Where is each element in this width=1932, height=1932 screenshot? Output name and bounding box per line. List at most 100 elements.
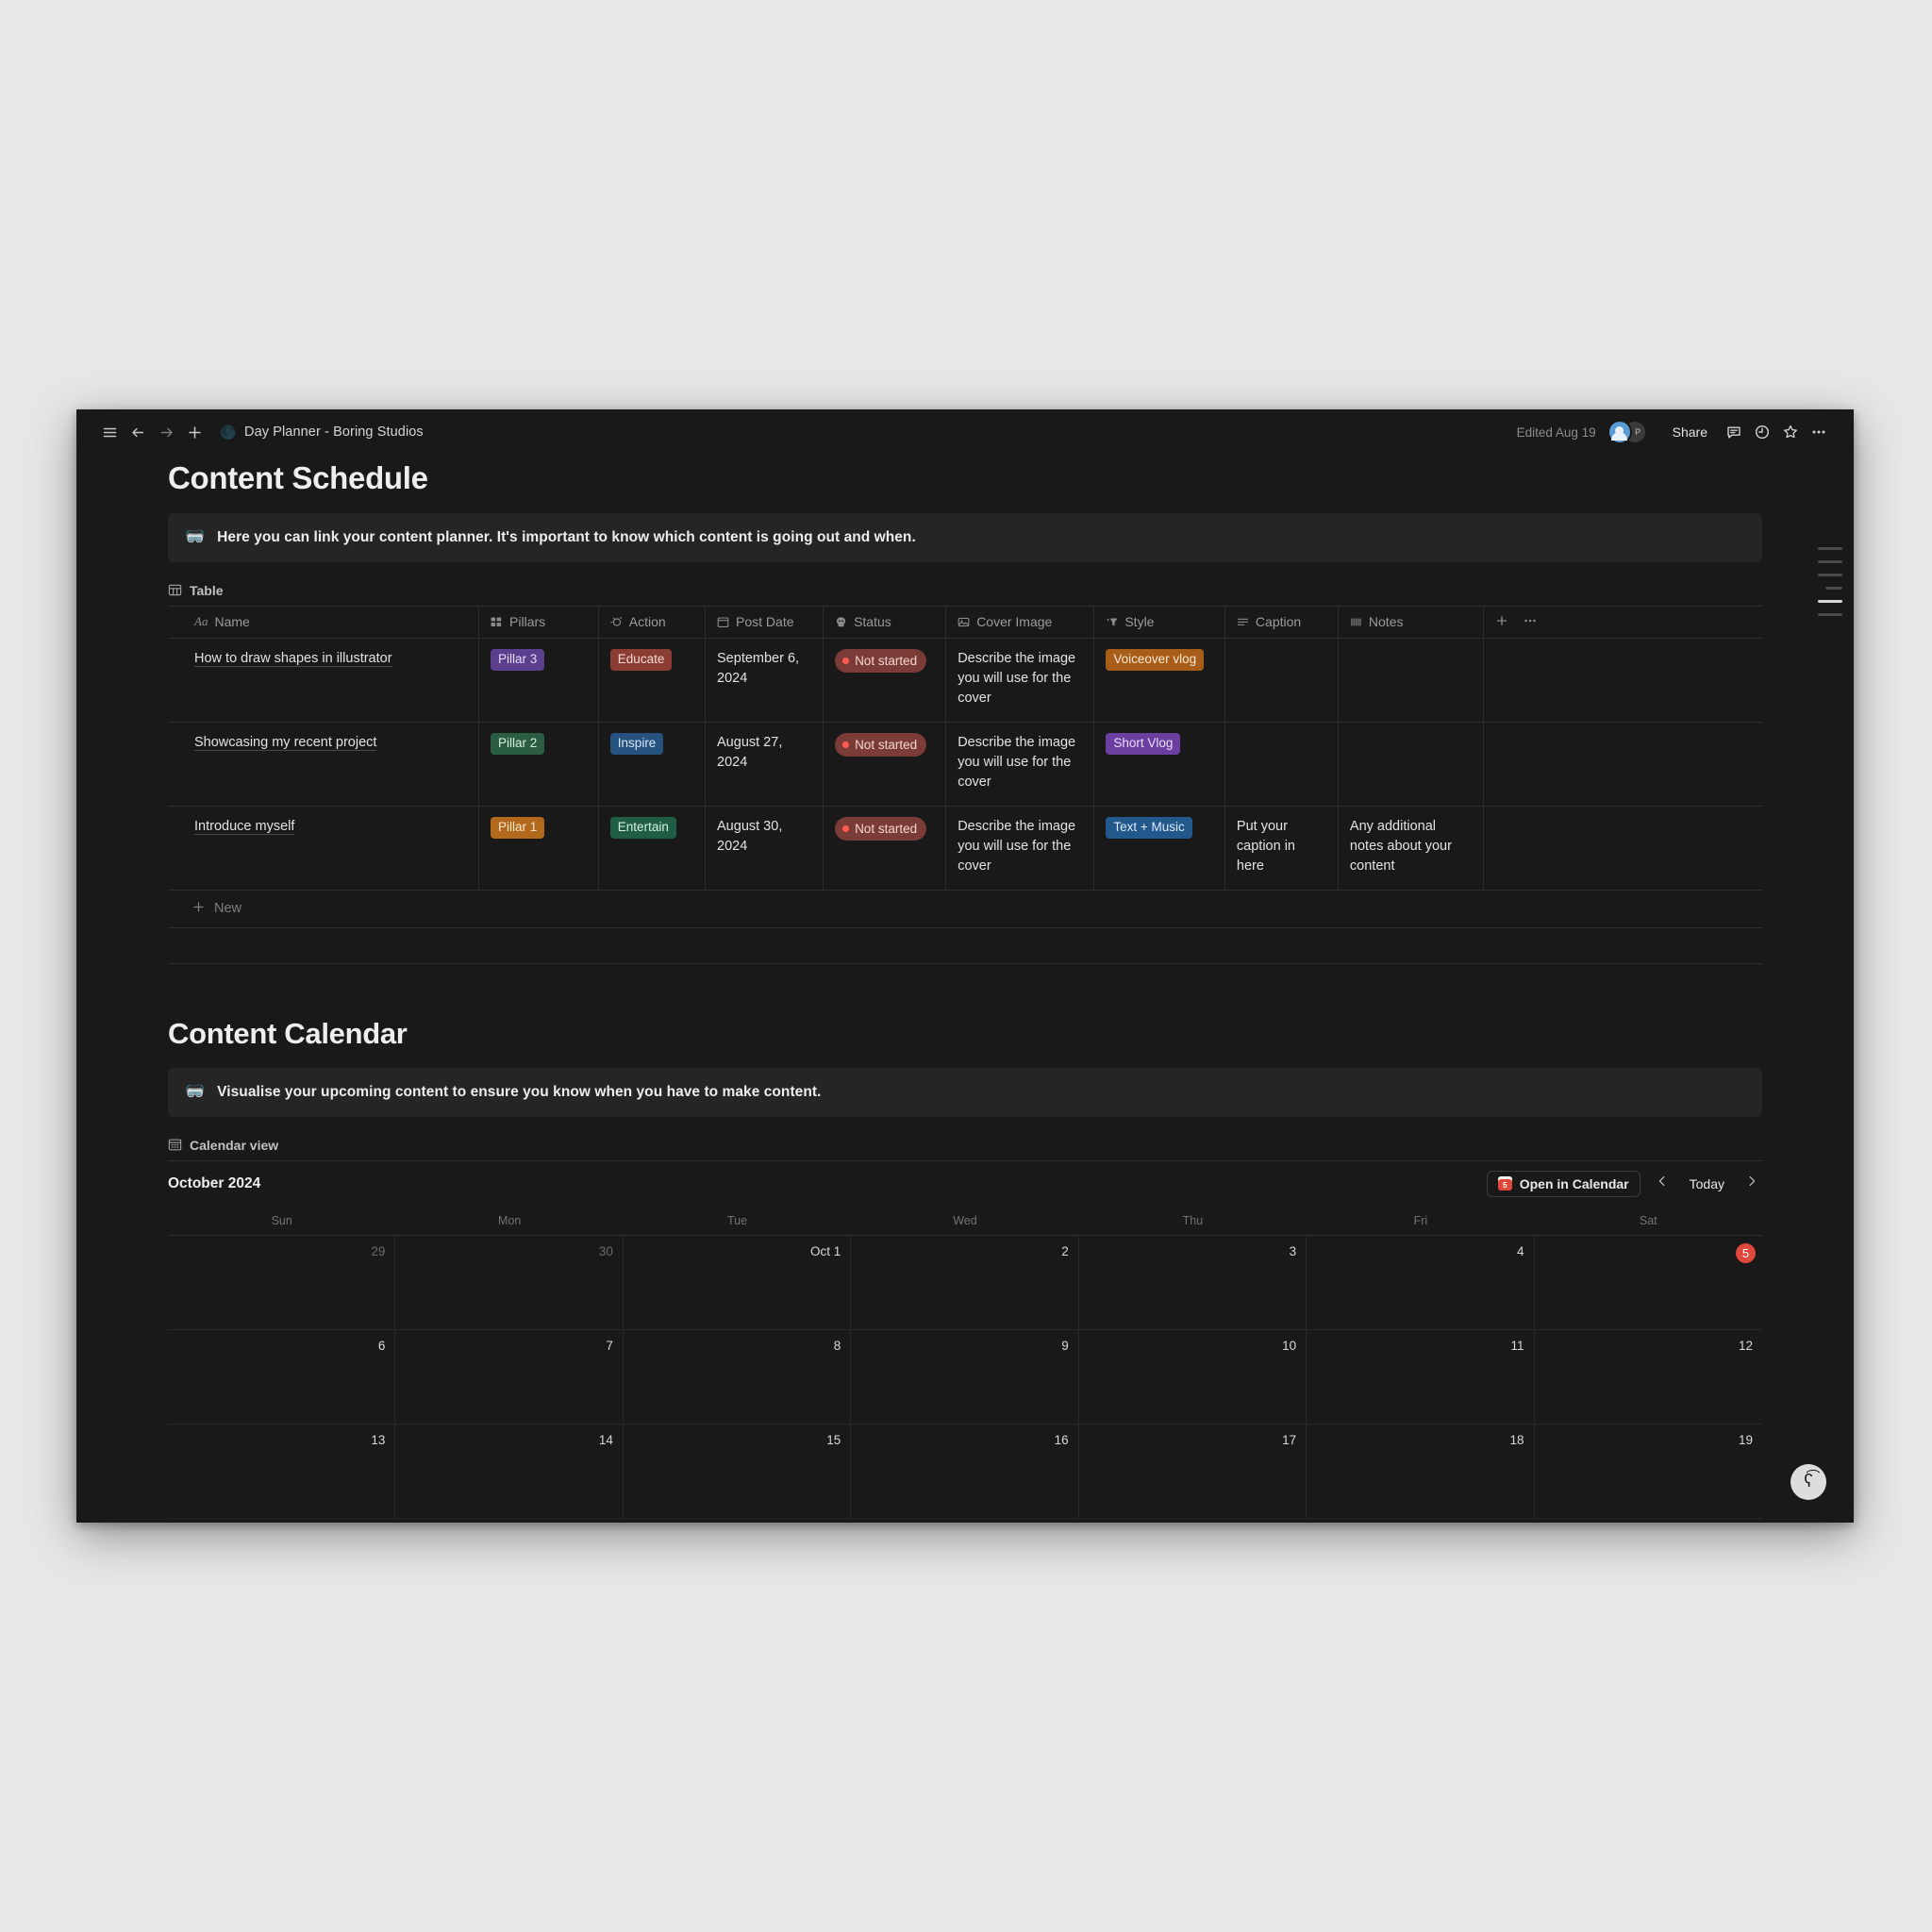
column-header-name[interactable]: Aa Name	[168, 606, 480, 639]
cell-action[interactable]: Educate	[598, 638, 707, 723]
calendar-day-cell[interactable]: 7	[395, 1329, 624, 1424]
cell-cover-image[interactable]: Describe the image you will use for the …	[945, 722, 1095, 807]
help-button[interactable]: ʕ͡	[1790, 1464, 1826, 1500]
arrow-right-icon[interactable]	[152, 419, 180, 445]
breadcrumb-title[interactable]: Day Planner - Boring Studios	[244, 425, 424, 440]
table-options-icon[interactable]	[1524, 614, 1537, 630]
cell-spacer	[1483, 638, 1762, 723]
table-row[interactable]: Introduce myself Pillar 1 Entertain Augu…	[168, 806, 1762, 891]
new-row-button[interactable]: New	[168, 891, 1762, 928]
cell-pillars[interactable]: Pillar 3	[478, 638, 599, 723]
calendar-day-cell[interactable]: 19	[1534, 1424, 1762, 1519]
cell-cover-image[interactable]: Describe the image you will use for the …	[945, 638, 1095, 723]
calendar-day-cell[interactable]: 2	[851, 1235, 1079, 1330]
cell-action[interactable]: Inspire	[598, 722, 707, 807]
cell-post-date[interactable]: August 30, 2024	[705, 806, 824, 891]
cell-style[interactable]: Short Vlog	[1093, 722, 1225, 807]
add-column-icon[interactable]	[1495, 614, 1508, 630]
cell-post-date[interactable]: September 6, 2024	[705, 638, 824, 723]
column-header-cover-image[interactable]: Cover Image	[945, 606, 1095, 639]
calendar-day-cell[interactable]: 3	[1078, 1235, 1307, 1330]
toc-marker[interactable]	[1818, 547, 1842, 550]
calendar-day-cell[interactable]: 12	[1534, 1330, 1762, 1424]
column-header-post-date[interactable]: Post Date	[705, 606, 824, 639]
table-row[interactable]: Showcasing my recent project Pillar 2 In…	[168, 722, 1762, 807]
cell-spacer	[1483, 806, 1762, 891]
calendar-day-cell[interactable]: 15	[623, 1424, 852, 1519]
arrow-left-icon[interactable]	[124, 419, 152, 445]
calendar-day-cell[interactable]: 11	[1307, 1329, 1535, 1424]
share-button[interactable]: Share	[1664, 420, 1716, 444]
column-header-status[interactable]: Status	[823, 606, 947, 639]
toc-marker[interactable]	[1818, 613, 1842, 616]
avatar-group[interactable]: P	[1607, 420, 1651, 444]
toc-marker-active[interactable]	[1818, 600, 1842, 603]
column-header-action[interactable]: Action	[598, 606, 707, 639]
calendar-prev-button[interactable]	[1652, 1173, 1673, 1194]
calendar-day-number: 9	[1061, 1338, 1069, 1353]
table-of-contents-rail[interactable]	[1818, 547, 1842, 616]
view-tab-calendar[interactable]: Calendar view	[168, 1138, 1762, 1160]
text-lines-icon	[1350, 616, 1362, 628]
calendar-day-cell[interactable]: Oct 1	[623, 1235, 852, 1330]
column-header-caption[interactable]: Caption	[1224, 606, 1339, 639]
calendar-day-cell[interactable]: 30	[395, 1235, 624, 1330]
cell-style[interactable]: Text + Music	[1093, 806, 1225, 891]
cell-notes[interactable]: Any additional notes about your content	[1338, 806, 1484, 891]
view-tab-calendar-label: Calendar view	[190, 1137, 279, 1153]
calendar-day-cell[interactable]: 29	[168, 1235, 396, 1330]
cell-action[interactable]: Entertain	[598, 806, 707, 891]
cell-caption[interactable]: Put your caption in here	[1224, 806, 1339, 891]
column-header-style[interactable]: Style	[1093, 606, 1225, 639]
column-header-pillars[interactable]: Pillars	[478, 606, 599, 639]
plus-icon[interactable]	[180, 419, 208, 445]
cell-name[interactable]: Introduce myself	[168, 806, 480, 891]
cell-notes[interactable]	[1338, 638, 1484, 723]
page-scroll-area[interactable]: Content Schedule 🥽 Here you can link you…	[76, 455, 1854, 1523]
calendar-day-number: 17	[1282, 1432, 1297, 1447]
calendar-day-cell[interactable]: 10	[1078, 1329, 1307, 1424]
cell-status[interactable]: Not started	[823, 806, 947, 891]
calendar-day-cell[interactable]: 9	[851, 1329, 1079, 1424]
edited-timestamp: Edited Aug 19	[1516, 425, 1596, 440]
calendar-day-cell[interactable]: 18	[1307, 1424, 1535, 1519]
calendar-day-cell[interactable]: 6	[168, 1329, 396, 1424]
comment-icon[interactable]	[1720, 419, 1748, 445]
cell-pillars[interactable]: Pillar 2	[478, 722, 599, 807]
star-icon[interactable]	[1776, 419, 1805, 445]
cell-caption[interactable]	[1224, 722, 1339, 807]
view-tab-table[interactable]: Table	[168, 583, 1762, 606]
calendar-day-cell[interactable]: 16	[851, 1424, 1079, 1519]
open-in-calendar-button[interactable]: 5 Open in Calendar	[1486, 1170, 1641, 1197]
cell-notes[interactable]	[1338, 722, 1484, 807]
toc-marker[interactable]	[1825, 587, 1842, 590]
toc-marker[interactable]	[1818, 560, 1842, 563]
toc-marker[interactable]	[1818, 574, 1842, 576]
weekday-sun: Sun	[271, 1213, 292, 1227]
calendar-day-cell[interactable]: 13	[168, 1424, 396, 1519]
calendar-next-button[interactable]	[1741, 1173, 1762, 1194]
column-header-notes[interactable]: Notes	[1338, 606, 1484, 639]
calendar-today-button[interactable]: Today	[1684, 1174, 1730, 1193]
calendar-day-number: 6	[377, 1338, 386, 1353]
clock-icon[interactable]	[1748, 419, 1776, 445]
calendar-day-cell[interactable]: 17	[1078, 1424, 1307, 1519]
cell-pillars[interactable]: Pillar 1	[478, 806, 599, 891]
cell-name[interactable]: Showcasing my recent project	[168, 722, 480, 807]
calendar-day-cell[interactable]: 8	[623, 1329, 852, 1424]
ellipsis-icon[interactable]	[1805, 419, 1833, 445]
cell-cover-image[interactable]: Describe the image you will use for the …	[945, 806, 1095, 891]
calendar-badge-icon: 5	[1497, 1176, 1512, 1191]
table-row[interactable]: How to draw shapes in illustrator Pillar…	[168, 638, 1762, 723]
cell-status[interactable]: Not started	[823, 722, 947, 807]
cell-name[interactable]: How to draw shapes in illustrator	[168, 638, 480, 723]
tag-style: Short Vlog	[1106, 732, 1181, 755]
calendar-day-cell[interactable]: 14	[395, 1424, 624, 1519]
cell-caption[interactable]	[1224, 638, 1339, 723]
cell-style[interactable]: Voiceover vlog	[1093, 638, 1225, 723]
calendar-day-cell[interactable]: 4	[1307, 1235, 1535, 1330]
calendar-day-cell[interactable]: 5	[1534, 1236, 1762, 1330]
cell-status[interactable]: Not started	[823, 638, 947, 723]
cell-post-date[interactable]: August 27, 2024	[705, 722, 824, 807]
hamburger-icon[interactable]	[95, 419, 124, 445]
